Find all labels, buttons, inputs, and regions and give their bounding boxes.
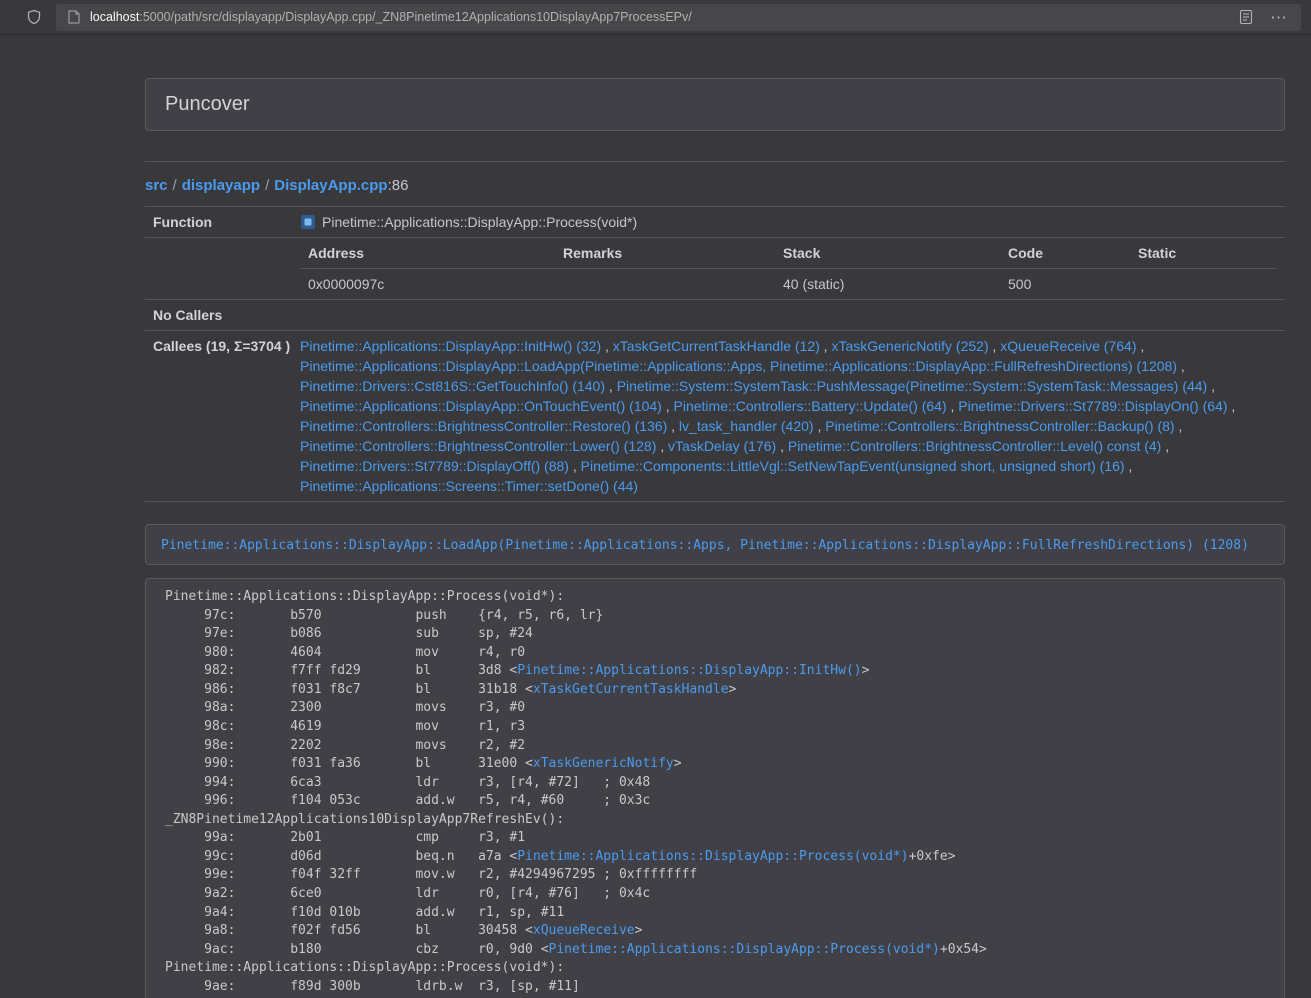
callee-separator: ,: [667, 418, 679, 434]
stats-header-code: Code: [1000, 238, 1130, 269]
callee-link[interactable]: Pinetime::System::SystemTask::PushMessag…: [617, 378, 1208, 394]
code-symbol-link[interactable]: xQueueReceive: [533, 923, 635, 938]
callee-separator: ,: [1207, 378, 1215, 394]
stats-remarks-value: [555, 269, 775, 300]
code-symbol-link[interactable]: xTaskGenericNotify: [533, 756, 674, 771]
callee-symbol-link[interactable]: Pinetime::Applications::DisplayApp::Load…: [161, 538, 1249, 553]
stats-value-row: 0x0000097c 40 (static) 500: [300, 269, 1277, 300]
callee-link[interactable]: xTaskGetCurrentTaskHandle (12): [613, 338, 820, 354]
title-panel: Puncover: [145, 78, 1285, 131]
callee-separator: ,: [1125, 458, 1133, 474]
callee-link[interactable]: vTaskDelay (176): [668, 438, 776, 454]
callees-label: Callees (19, Σ=3704 ): [145, 331, 292, 502]
callee-link[interactable]: Pinetime::Controllers::Battery::Update()…: [674, 398, 947, 414]
content-container: Puncover src / displayapp / DisplayApp.cpp:8…: [145, 78, 1285, 998]
url-path: :5000/path/src/displayapp/DisplayApp.cpp…: [139, 10, 691, 24]
breadcrumb-separator: /: [173, 177, 177, 194]
function-row: Function Pinetime::Applications::Display…: [145, 207, 1285, 238]
breadcrumb-link-file[interactable]: DisplayApp.cpp: [274, 177, 387, 194]
stats-address-value: 0x0000097c: [300, 269, 555, 300]
code-symbol-link[interactable]: Pinetime::Applications::DisplayApp::Proc…: [517, 849, 908, 864]
callees-row: Callees (19, Σ=3704 ) Pinetime::Applicat…: [145, 331, 1285, 502]
stats-static-value: [1130, 269, 1277, 300]
callee-link[interactable]: Pinetime::Drivers::Cst816S::GetTouchInfo…: [300, 378, 605, 394]
stats-stack-value: 40 (static): [775, 269, 1000, 300]
divider: [145, 161, 1285, 162]
stats-header-static: Static: [1130, 238, 1277, 269]
callee-link[interactable]: Pinetime::Controllers::BrightnessControl…: [825, 418, 1174, 434]
breadcrumb-link-displayapp[interactable]: displayapp: [182, 177, 260, 194]
url-host: localhost: [90, 10, 139, 24]
callee-separator: ,: [947, 398, 959, 414]
callees-cell: Pinetime::Applications::DisplayApp::Init…: [292, 331, 1285, 502]
callee-separator: ,: [820, 338, 832, 354]
callee-link[interactable]: Pinetime::Applications::Screens::Timer::…: [300, 478, 638, 494]
code-symbol-link[interactable]: Pinetime::Applications::DisplayApp::Proc…: [549, 942, 940, 957]
function-info-table: Function Pinetime::Applications::Display…: [145, 206, 1285, 502]
no-callers-row: No Callers: [145, 300, 1285, 331]
callee-symbol-panel: Pinetime::Applications::DisplayApp::Load…: [145, 524, 1285, 565]
callee-link[interactable]: Pinetime::Applications::DisplayApp::OnTo…: [300, 398, 662, 414]
function-name: Pinetime::Applications::DisplayApp::Proc…: [322, 212, 637, 232]
code-symbol-link[interactable]: xTaskGetCurrentTaskHandle: [533, 682, 729, 697]
callee-link[interactable]: lv_task_handler (420): [679, 418, 814, 434]
callee-separator: ,: [814, 418, 826, 434]
callee-link[interactable]: Pinetime::Controllers::BrightnessControl…: [300, 438, 656, 454]
reader-view-icon[interactable]: [1234, 5, 1258, 29]
url-bar[interactable]: localhost:5000/path/src/displayapp/Displ…: [56, 4, 1301, 31]
url-text[interactable]: localhost:5000/path/src/displayapp/Displ…: [90, 10, 692, 24]
callee-link[interactable]: Pinetime::Drivers::St7789::DisplayOff() …: [300, 458, 569, 474]
breadcrumb: src / displayapp / DisplayApp.cpp:86: [145, 175, 1285, 196]
stats-row: Address Remarks Stack Code Static 0x0000…: [145, 238, 1285, 300]
breadcrumb-link-src[interactable]: src: [145, 177, 168, 194]
callee-separator: ,: [605, 378, 617, 394]
callee-separator: ,: [1228, 398, 1236, 414]
no-callers-cell: [292, 300, 1285, 331]
page-actions-menu-icon[interactable]: ⋯: [1266, 9, 1291, 26]
stats-row-label: [145, 238, 292, 300]
callee-link[interactable]: Pinetime::Applications::DisplayApp::Load…: [300, 358, 1177, 374]
stats-table: Address Remarks Stack Code Static 0x0000…: [300, 238, 1277, 299]
disassembly-pre: Pinetime::Applications::DisplayApp::Proc…: [145, 578, 1285, 998]
callee-link[interactable]: Pinetime::Components::LittleVgl::SetNewT…: [581, 458, 1125, 474]
callee-link[interactable]: Pinetime::Controllers::BrightnessControl…: [300, 418, 667, 434]
stats-header-stack: Stack: [775, 238, 1000, 269]
callee-separator: ,: [1175, 418, 1183, 434]
breadcrumb-separator: /: [265, 177, 269, 194]
callee-separator: ,: [776, 438, 788, 454]
no-callers-label: No Callers: [145, 300, 292, 331]
callee-link[interactable]: xQueueReceive (764): [1000, 338, 1136, 354]
callee-separator: ,: [569, 458, 581, 474]
breadcrumb-line-number: :86: [388, 177, 409, 194]
callee-separator: ,: [1136, 338, 1144, 354]
callee-separator: ,: [1161, 438, 1169, 454]
function-label: Function: [145, 207, 292, 238]
stats-header-row: Address Remarks Stack Code Static: [300, 238, 1277, 269]
callee-separator: ,: [601, 338, 613, 354]
callee-link[interactable]: Pinetime::Controllers::BrightnessControl…: [788, 438, 1161, 454]
callee-separator: ,: [989, 338, 1001, 354]
callee-link[interactable]: xTaskGenericNotify (252): [831, 338, 988, 354]
browser-toolbar: localhost:5000/path/src/displayapp/Displ…: [0, 0, 1311, 35]
tracking-shield-icon[interactable]: [22, 5, 46, 29]
page-info-icon[interactable]: [66, 9, 82, 25]
page-body: Puncover src / displayapp / DisplayApp.cpp:8…: [0, 35, 1311, 998]
callee-link[interactable]: Pinetime::Drivers::St7789::DisplayOn() (…: [958, 398, 1227, 414]
stats-code-value: 500: [1000, 269, 1130, 300]
stats-header-remarks: Remarks: [555, 238, 775, 269]
stats-header-address: Address: [300, 238, 555, 269]
callee-separator: ,: [1177, 358, 1185, 374]
code-symbol-link[interactable]: Pinetime::Applications::DisplayApp::Init…: [517, 663, 861, 678]
function-icon: [300, 214, 316, 230]
callee-separator: ,: [656, 438, 668, 454]
callee-link[interactable]: Pinetime::Applications::DisplayApp::Init…: [300, 338, 601, 354]
callee-separator: ,: [662, 398, 674, 414]
page-title: Puncover: [165, 92, 1265, 117]
